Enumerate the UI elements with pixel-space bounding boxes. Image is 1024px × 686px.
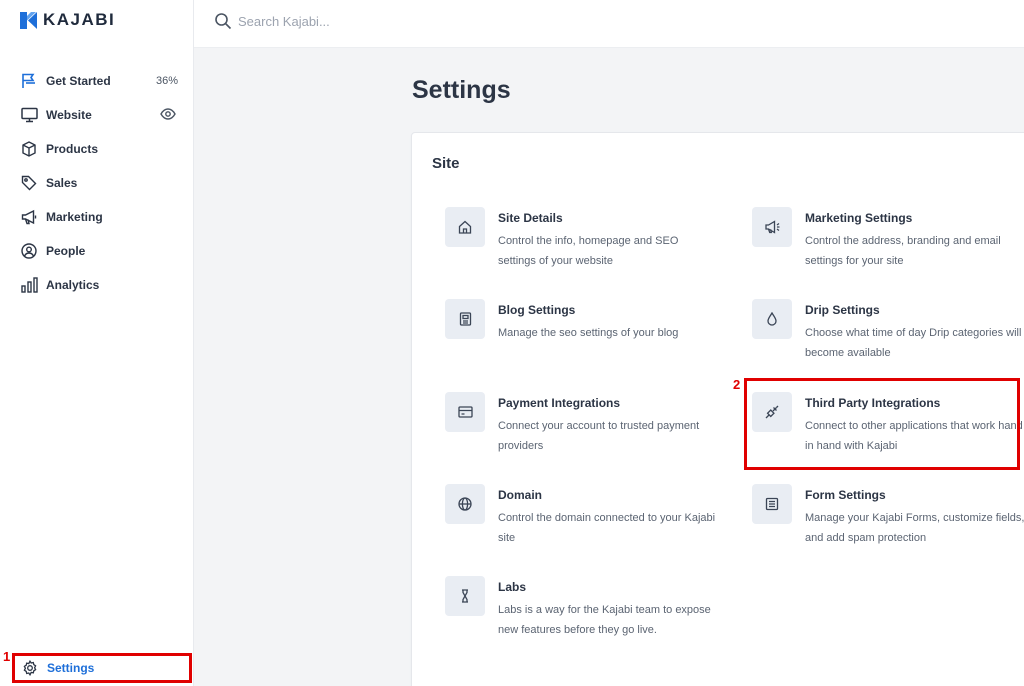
person-icon [20,242,38,260]
tile-title: Drip Settings [805,303,880,317]
kajabi-logo[interactable]: KAJABI [20,10,115,30]
plug-icon [752,392,792,432]
megaphone-icon [20,208,38,226]
tile-title: Domain [498,488,543,502]
sidebar: KAJABI Get Started 36% Website Products [0,0,194,686]
globe-icon [445,484,485,524]
tile-description: Control the info, homepage and SEO setti… [498,235,679,267]
sidebar-item-label: Get Started [46,74,111,88]
tile-title: Form Settings [805,488,886,502]
sidebar-item-label: Products [46,142,99,156]
sidebar-item-people[interactable]: People [0,234,194,268]
tile-description: Labs is a way for the Kajabi team to exp… [498,604,711,636]
bar-chart-icon [20,276,38,294]
sidebar-item-website[interactable]: Website [0,98,194,132]
sidebar-nav: Get Started 36% Website Products Sales M… [0,64,194,302]
home-icon [445,207,485,247]
site-settings-card: Site Site Details Control the info, home… [411,132,1024,686]
sidebar-item-label: Analytics [46,278,100,292]
tile-description: Manage the seo settings of your blog [498,327,679,339]
sidebar-item-label: People [46,244,86,258]
flask-icon [445,576,485,616]
page-title: Settings [412,76,511,104]
annotation-marker-2: 2 [733,377,741,392]
sidebar-item-get-started[interactable]: Get Started 36% [0,64,194,98]
sidebar-item-label: Website [46,108,92,122]
tile-description: Connect to other applications that work … [805,420,1023,452]
sidebar-item-analytics[interactable]: Analytics [0,268,194,302]
credit-card-icon [445,392,485,432]
search-input[interactable] [238,10,538,32]
tag-icon [20,174,38,192]
megaphone-icon [752,207,792,247]
flag-icon [20,72,38,90]
box-icon [20,140,38,158]
sidebar-item-label: Marketing [46,210,103,224]
sidebar-item-label: Settings [47,661,95,675]
tile-title: Third Party Integrations [805,396,941,410]
gear-icon [21,659,39,677]
sidebar-item-sales[interactable]: Sales [0,166,194,200]
sidebar-item-settings[interactable]: Settings [12,653,192,683]
eye-icon[interactable] [160,106,178,124]
tile-description: Choose what time of day Drip categories … [805,327,1022,359]
tile-description: Control the domain connected to your Kaj… [498,512,716,544]
sidebar-item-marketing[interactable]: Marketing [0,200,194,234]
tile-description: Connect your account to trusted payment … [498,420,700,452]
tile-title: Blog Settings [498,303,576,317]
monitor-icon [20,106,38,124]
top-bar [194,0,1024,48]
tile-title: Payment Integrations [498,396,621,410]
kajabi-logo-icon [20,11,37,29]
document-icon [445,299,485,339]
tile-description: Control the address, branding and email … [805,235,1001,267]
sidebar-item-products[interactable]: Products [0,132,194,166]
sidebar-item-label: Sales [46,176,78,190]
tile-title: Site Details [498,211,563,225]
kajabi-logo-text: KAJABI [43,10,116,29]
drop-icon [752,299,792,339]
section-title: Site [432,155,460,172]
tile-title: Labs [498,580,527,594]
annotation-marker-1: 1 [3,649,11,664]
tile-description: Manage your Kajabi Forms, customize fiel… [805,512,1024,544]
form-icon [752,484,792,524]
progress-badge: 36% [155,75,178,87]
tile-title: Marketing Settings [805,211,913,225]
search-icon [214,12,232,30]
